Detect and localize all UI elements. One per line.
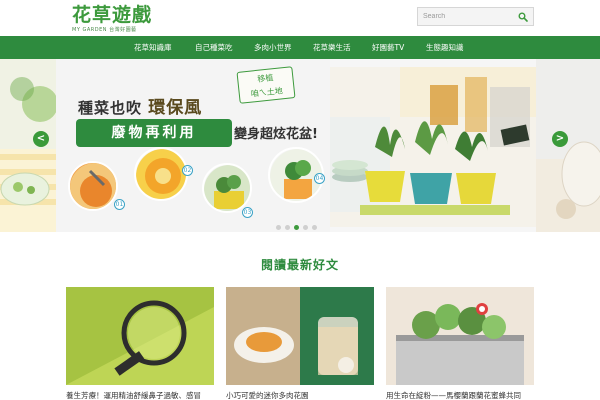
carousel-next-button[interactable]: > bbox=[552, 131, 568, 147]
slide-text-panel: 種菜也吹 環保風 移植 咱ㄟ土地 廢物再利用 變身超炫花盆! 01 02 03 … bbox=[56, 59, 330, 232]
article-image[interactable] bbox=[226, 287, 374, 385]
nav-item-garden-life[interactable]: 花草樂生活 bbox=[313, 36, 351, 59]
nav-item-plant-knowledge[interactable]: 花草知識庫 bbox=[134, 36, 172, 59]
article-image[interactable] bbox=[386, 287, 534, 385]
article-image[interactable] bbox=[66, 287, 214, 385]
banner-green-text: 廢物再利用 bbox=[111, 125, 197, 141]
step-photo-2 bbox=[134, 147, 188, 201]
banner-subheadline: 變身超炫花盆! bbox=[234, 127, 318, 142]
banner-slide-active[interactable]: 種菜也吹 環保風 移植 咱ㄟ土地 廢物再利用 變身超炫花盆! 01 02 03 … bbox=[56, 59, 536, 232]
carousel-dot-2[interactable] bbox=[284, 225, 290, 230]
carousel-dot-4[interactable] bbox=[302, 225, 308, 230]
carousel-dot-1[interactable] bbox=[275, 225, 281, 230]
carousel-prev-button[interactable]: < bbox=[33, 131, 49, 147]
site-logo[interactable]: 花草遊戲 MY GARDEN 台灣好園藝 bbox=[72, 5, 152, 33]
carousel-dot-3[interactable] bbox=[293, 225, 299, 230]
article-title[interactable]: 用生命在綻粉——馬櫻蘭跟蘭花蜜蜂共同 bbox=[386, 390, 534, 400]
article-card[interactable]: 養生芳療！運用精油舒緩鼻子過敏、感冒 bbox=[66, 287, 214, 400]
article-card[interactable]: 用生命在綻粉——馬櫻蘭跟蘭花蜜蜂共同 bbox=[386, 287, 534, 400]
search-box bbox=[417, 7, 534, 26]
search-input[interactable] bbox=[423, 8, 515, 25]
site-header: 花草遊戲 MY GARDEN 台灣好園藝 bbox=[0, 0, 600, 36]
article-card[interactable]: 小巧可愛的迷你多肉花園 bbox=[226, 287, 374, 400]
logo-title: 花草遊戲 bbox=[72, 4, 153, 26]
search-icon[interactable] bbox=[518, 12, 528, 22]
banner-headline: 種菜也吹 環保風 bbox=[78, 93, 202, 118]
carousel-dot-5[interactable] bbox=[311, 225, 317, 230]
step-photo-3 bbox=[202, 163, 252, 213]
step-badge-2: 02 bbox=[182, 165, 193, 176]
main-nav: 花草知識庫 自己種菜吃 多肉小世界 花草樂生活 好園藝TV 生態趣知識 bbox=[0, 36, 600, 59]
step-badge-1: 01 bbox=[114, 199, 125, 210]
nav-item-succulent-world[interactable]: 多肉小世界 bbox=[254, 36, 292, 59]
next-slide-preview bbox=[536, 59, 600, 232]
article-title[interactable]: 養生芳療！運用精油舒緩鼻子過敏、感冒 bbox=[66, 390, 214, 400]
headline-prefix: 種菜也吹 bbox=[78, 99, 143, 117]
nav-item-grow-vegetables[interactable]: 自己種菜吃 bbox=[195, 36, 233, 59]
carousel-dots bbox=[56, 215, 536, 230]
nav-item-ecology[interactable]: 生態趣知識 bbox=[426, 36, 464, 59]
banner-green-label: 廢物再利用 bbox=[76, 119, 232, 147]
prev-slide-preview bbox=[0, 59, 56, 232]
latest-articles-title: 閱讀最新好文 bbox=[260, 258, 339, 272]
banner-photo-herb-pots bbox=[330, 67, 536, 227]
headline-emphasis: 環保風 bbox=[148, 98, 203, 118]
step-badge-4: 04 bbox=[314, 173, 325, 184]
article-title[interactable]: 小巧可愛的迷你多肉花園 bbox=[226, 390, 374, 400]
step-photo-1 bbox=[68, 161, 118, 211]
nav-item-garden-tv[interactable]: 好園藝TV bbox=[372, 36, 404, 59]
banner-carousel: 種菜也吹 環保風 移植 咱ㄟ土地 廢物再利用 變身超炫花盆! 01 02 03 … bbox=[0, 59, 600, 232]
stamp-label: 移植 咱ㄟ土地 bbox=[236, 66, 296, 104]
logo-subtitle: MY GARDEN 台灣好園藝 bbox=[72, 27, 137, 33]
